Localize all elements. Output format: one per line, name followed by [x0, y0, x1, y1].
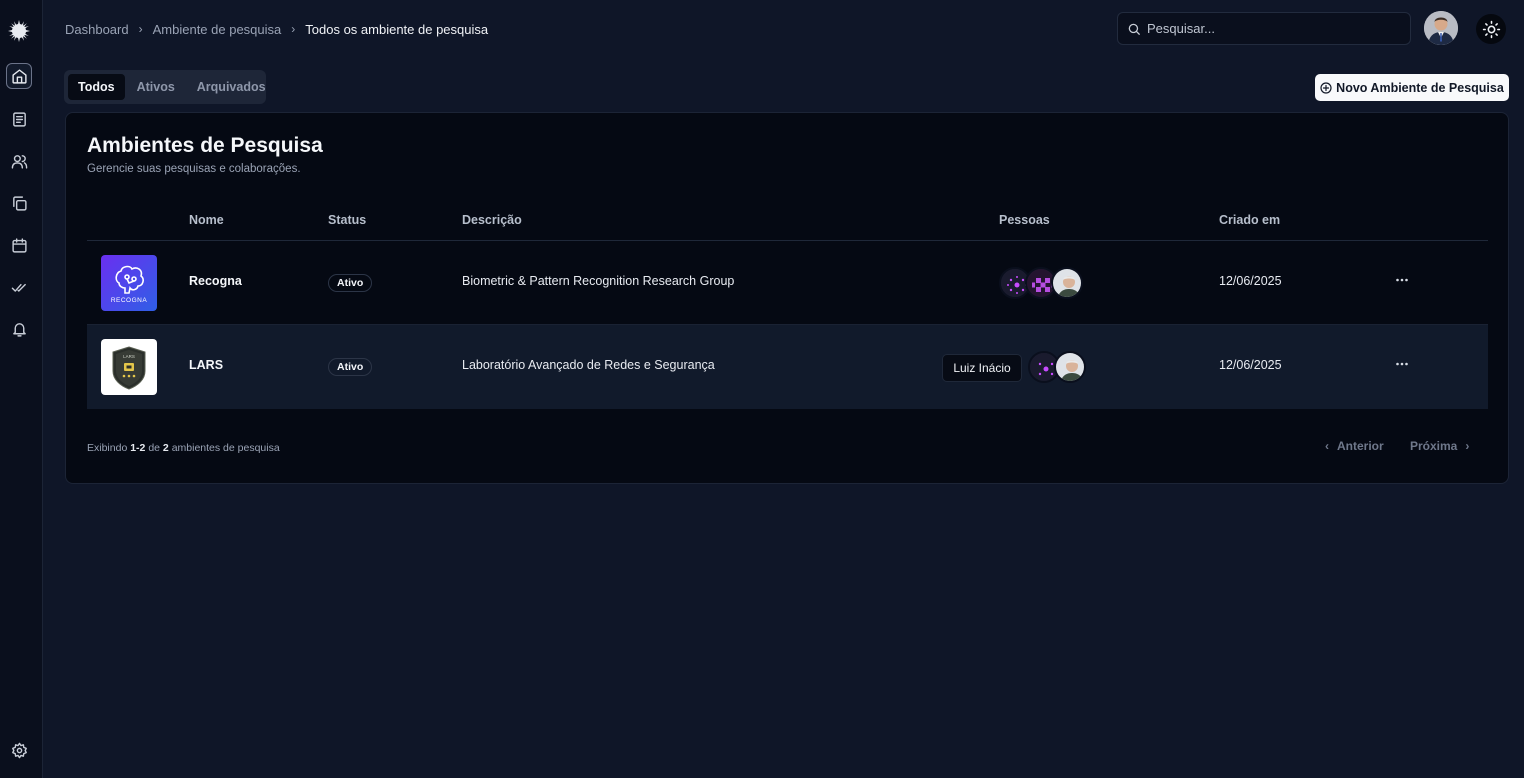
pagination-of: de	[148, 442, 160, 454]
chevron-right-icon: ›	[1465, 439, 1470, 453]
lars-logo-text: LARS	[123, 354, 135, 359]
new-button-label: Novo Ambiente de Pesquisa	[1336, 80, 1504, 95]
status-badge: Ativo	[328, 358, 373, 376]
research-environments-card: Ambientes de Pesquisa Gerencie suas pesq…	[65, 112, 1509, 484]
double-check-icon	[11, 283, 26, 292]
avatar[interactable]	[1054, 351, 1086, 383]
sidebar-item-calendar[interactable]	[6, 232, 32, 258]
row-description: Biometric & Pattern Recognition Research…	[462, 274, 735, 288]
row-created-date: 12/06/2025	[1219, 274, 1282, 288]
breadcrumb-dashboard[interactable]: Dashboard	[65, 22, 129, 37]
gear-icon	[11, 742, 27, 758]
page-title: Ambientes de Pesquisa	[87, 134, 323, 157]
sidebar-item-users[interactable]	[6, 148, 32, 174]
bell-icon	[12, 322, 26, 337]
table-row[interactable]: LARS LARS Ativo Laboratório Avançado de …	[87, 325, 1488, 409]
plus-circle-icon	[1320, 81, 1332, 94]
copy-icon	[12, 195, 27, 211]
sidebar-item-home[interactable]	[6, 63, 32, 89]
pagination-total: 2	[162, 442, 169, 454]
search-input[interactable]	[1147, 21, 1387, 36]
column-header-pessoas: Pessoas	[999, 213, 1050, 227]
pagination-range: 1-2	[130, 442, 146, 454]
new-research-environment-button[interactable]: Novo Ambiente de Pesquisa	[1315, 74, 1509, 101]
pagination-suffix: ambientes de pesquisa	[171, 442, 280, 454]
next-page-button[interactable]: Próxima ›	[1410, 439, 1469, 453]
chevron-right-icon: ›	[291, 22, 296, 36]
book-icon	[12, 111, 26, 127]
sidebar-item-tasks[interactable]	[6, 274, 32, 300]
search-icon	[1128, 23, 1140, 35]
chevron-right-icon: ›	[138, 22, 143, 36]
users-icon	[11, 154, 27, 169]
table-row[interactable]: RECOGNA Recogna Ativo Biometric & Patter…	[87, 241, 1488, 325]
sidebar-item-book[interactable]	[6, 106, 32, 132]
lars-logo: LARS	[101, 339, 157, 395]
page-subtitle: Gerencie suas pesquisas e colaborações.	[87, 163, 301, 175]
recogna-logo: RECOGNA	[101, 255, 157, 311]
status-badge: Ativo	[328, 274, 373, 292]
next-label: Próxima	[1410, 439, 1458, 453]
search-box[interactable]	[1117, 12, 1411, 45]
chevron-left-icon: ‹	[1325, 439, 1329, 453]
calendar-icon	[11, 237, 27, 253]
breadcrumb-current: Todos os ambiente de pesquisa	[305, 21, 489, 37]
column-header-criado-em: Criado em	[1219, 213, 1281, 227]
user-avatar[interactable]	[1424, 11, 1458, 45]
column-header-descricao: Descrição	[462, 213, 522, 227]
theme-toggle-button[interactable]	[1476, 14, 1506, 44]
row-created-date: 12/06/2025	[1219, 358, 1282, 372]
breadcrumb: Dashboard › Ambiente de pesquisa › Todos…	[65, 21, 488, 37]
filter-tabs: Todos Ativos Arquivados	[64, 70, 266, 104]
sidebar	[0, 0, 43, 778]
previous-label: Anterior	[1337, 439, 1384, 453]
tab-todos[interactable]: Todos	[68, 74, 125, 100]
row-description: Laboratório Avançado de Redes e Seguranç…	[462, 358, 715, 372]
recogna-logo-text: RECOGNA	[111, 297, 148, 304]
avatar[interactable]	[1051, 267, 1083, 299]
breadcrumb-ambiente[interactable]: Ambiente de pesquisa	[153, 22, 282, 37]
row-name[interactable]: LARS	[189, 358, 223, 372]
people-avatars[interactable]	[1028, 351, 1086, 383]
home-icon	[11, 68, 27, 84]
row-name[interactable]: Recogna	[189, 274, 242, 288]
table-header: Nome Status Descrição Pessoas Criado em	[87, 211, 1488, 241]
sidebar-item-settings[interactable]	[6, 737, 32, 763]
people-avatars[interactable]	[999, 267, 1083, 299]
previous-page-button[interactable]: ‹ Anterior	[1325, 439, 1384, 453]
sunburst-logo-icon[interactable]	[7, 19, 31, 43]
tab-ativos[interactable]: Ativos	[127, 74, 185, 100]
sidebar-item-notifications[interactable]	[6, 316, 32, 342]
column-header-status: Status	[328, 213, 367, 227]
tab-arquivados[interactable]: Arquivados	[187, 74, 276, 100]
pagination-prefix: Exibindo	[87, 442, 128, 454]
sun-icon	[1482, 20, 1500, 38]
pagination-info: Exibindo 1-2 de 2 ambientes de pesquisa	[87, 442, 280, 454]
column-header-nome: Nome	[189, 213, 224, 227]
more-options-icon[interactable]	[1395, 356, 1409, 372]
sidebar-item-copy[interactable]	[6, 190, 32, 216]
avatar-tooltip: Luiz Inácio	[942, 354, 1022, 382]
more-options-icon[interactable]	[1395, 272, 1409, 288]
